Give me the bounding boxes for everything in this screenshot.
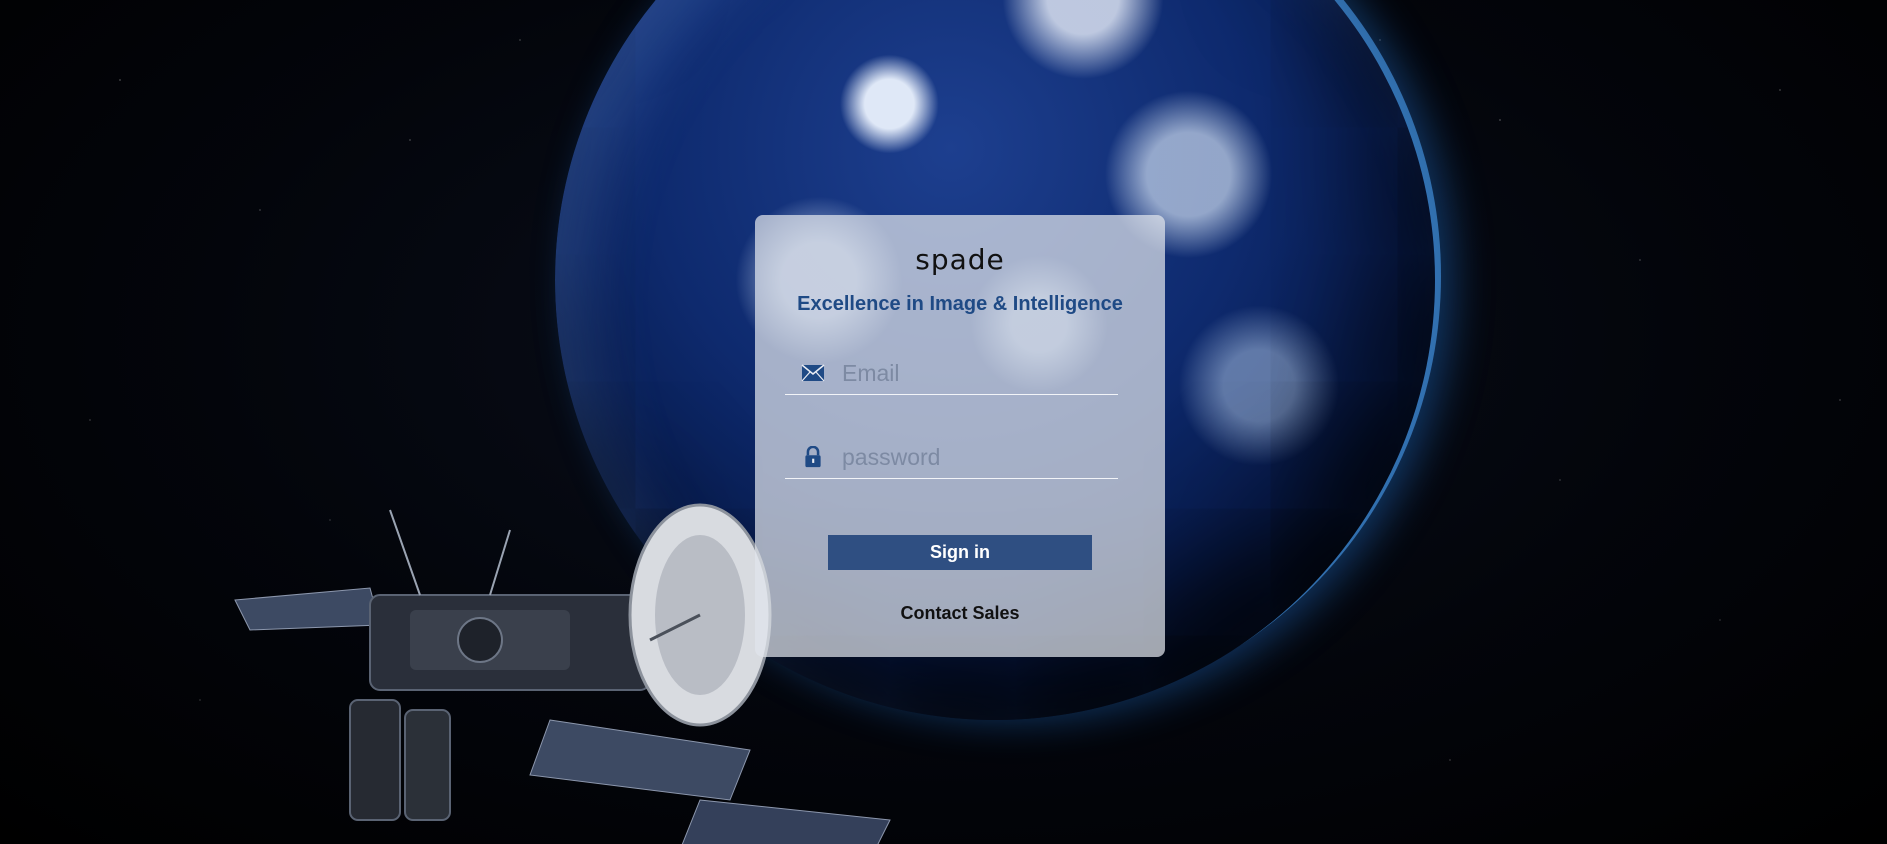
login-card: spade Excellence in Image & Intelligence…: [755, 215, 1165, 657]
sign-in-button[interactable]: Sign in: [828, 535, 1092, 570]
password-field: [785, 436, 1118, 479]
lock-icon: [805, 446, 821, 468]
email-input[interactable]: [840, 356, 1114, 390]
login-background: spade Excellence in Image & Intelligence…: [0, 0, 1887, 844]
email-field: [785, 352, 1118, 395]
contact-sales-link[interactable]: Contact Sales: [755, 603, 1165, 624]
password-input[interactable]: [840, 440, 1114, 474]
envelope-icon: [801, 364, 825, 382]
brand-tagline: Excellence in Image & Intelligence: [797, 293, 1123, 315]
brand-logo: spade: [915, 243, 1005, 276]
